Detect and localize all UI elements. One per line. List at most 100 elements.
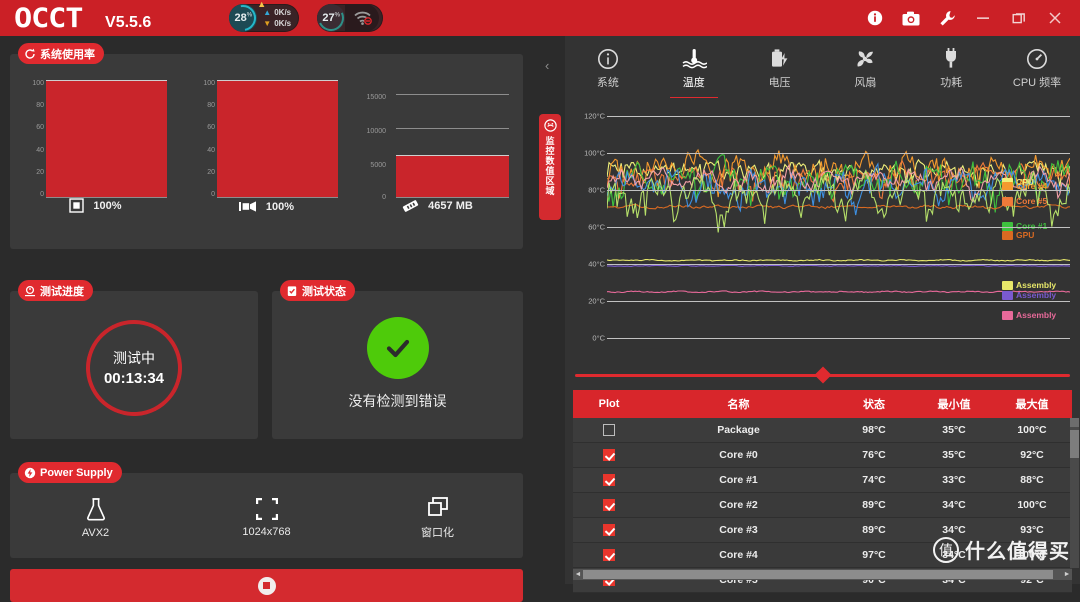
minimize-button[interactable]	[966, 3, 1000, 33]
plot-cell	[573, 524, 645, 536]
table-row[interactable]: Core #4 97°C 34°C 100°C	[573, 543, 1072, 568]
cpu-chart-plot	[46, 80, 167, 198]
scroll-up-arrow[interactable]	[1070, 418, 1079, 427]
refresh-icon	[24, 48, 36, 60]
memory-chart-yaxis: 15000 10000 5000 0	[366, 94, 386, 201]
sensor-name: Core #2	[719, 499, 758, 511]
table-row[interactable]: Core #2 89°C 34°C 100°C	[573, 493, 1072, 518]
table-vertical-scrollbar[interactable]	[1070, 418, 1079, 568]
sensor-min-value: 34°C	[942, 499, 966, 511]
gpu-chart-yaxis: 100 80 60 40 20 0	[203, 80, 215, 198]
gridline	[607, 227, 1070, 228]
alert-icon: ▲	[257, 0, 267, 9]
legend-item[interactable]: Assembly	[1002, 290, 1056, 300]
table-row[interactable]: Package 98°C 35°C 100°C	[573, 418, 1072, 443]
network-usage-widget[interactable]: 27%	[314, 1, 384, 35]
plot-checkbox[interactable]	[603, 449, 615, 461]
temperature-graph: CPU Core #4 Core #5 Core #1 GPU Assembly Assem…	[565, 98, 1080, 361]
title-bar: OCCT V5.5.6 28% ▲ ▲ 0K/s ▼ 0K/s 27%	[0, 0, 1080, 37]
screenshot-button[interactable]	[894, 3, 928, 33]
cpu-usage-widget[interactable]: 28% ▲ ▲ 0K/s ▼ 0K/s	[225, 0, 300, 37]
cpu-icon	[69, 198, 85, 213]
scroll-left-arrow[interactable]: ◄	[573, 571, 583, 578]
legend-item[interactable]: Assembly	[1002, 280, 1056, 290]
test-progress-spinner: 测试中 00:13:34	[73, 307, 195, 429]
sensor-current-value: 98°C	[862, 424, 886, 436]
stop-icon	[257, 576, 276, 595]
sensor-max-value: 92°C	[1020, 449, 1044, 461]
close-button[interactable]	[1038, 3, 1072, 33]
scrollbar-thumb[interactable]	[583, 570, 1053, 579]
success-icon	[366, 317, 429, 379]
tab-power[interactable]: 功耗	[908, 44, 994, 96]
info-button[interactable]	[858, 3, 892, 33]
sensor-name: Core #4	[719, 549, 758, 561]
plot-cell	[573, 424, 645, 436]
wifi-status	[345, 4, 380, 32]
table-row[interactable]: Core #3 89°C 34°C 93°C	[573, 518, 1072, 543]
sensor-name: Core #1	[719, 474, 758, 486]
legend-swatch	[1002, 280, 1013, 290]
gpu-usage-chart: 100 80 60 40 20 0 100%	[181, 72, 352, 217]
psu-option-avx2[interactable]: AVX2	[10, 487, 181, 549]
system-usage-title: 系统使用率	[18, 43, 104, 64]
sensor-name: Package	[717, 424, 760, 436]
column-header[interactable]: 状态	[832, 396, 916, 412]
tab-cpu-frequency[interactable]: CPU 频率	[994, 44, 1080, 96]
table-horizontal-scrollbar[interactable]: ◄ ►	[573, 569, 1072, 580]
left-panel: 系统使用率 100 80 60 40 20 0 100% 100 80 60 4…	[0, 36, 540, 602]
tab-label: 系统	[596, 77, 619, 89]
app-version: V5.5.6	[105, 13, 152, 31]
stop-test-button[interactable]	[10, 569, 523, 602]
gridline	[607, 190, 1070, 191]
plot-checkbox[interactable]	[603, 549, 615, 561]
sensor-current-value: 89°C	[862, 499, 886, 511]
plot-checkbox[interactable]	[603, 424, 615, 436]
tab-system[interactable]: 系统	[565, 44, 651, 96]
column-header[interactable]: 最小值	[916, 396, 992, 412]
table-row[interactable]: Core #0 76°C 35°C 92°C	[573, 443, 1072, 468]
memory-icon	[402, 200, 419, 212]
sensor-min-value: 33°C	[942, 474, 966, 486]
collapse-panel-button[interactable]: ‹	[545, 58, 549, 73]
tab-temperature[interactable]: 温度	[651, 44, 737, 99]
column-header[interactable]: 名称	[645, 396, 832, 412]
tab-label: 温度	[682, 77, 705, 89]
settings-button[interactable]	[930, 3, 964, 33]
column-header[interactable]: 最大值	[992, 396, 1072, 412]
legend-item[interactable]: GPU	[1002, 230, 1034, 240]
test-status-title: 测试状态	[280, 280, 355, 301]
tab-voltage[interactable]: 电压	[737, 44, 823, 96]
tab-fan[interactable]: 风扇	[822, 44, 908, 96]
sensor-current-value: 76°C	[862, 449, 886, 461]
test-status-card: 测试状态 没有检测到错误	[272, 280, 523, 439]
tab-label: CPU 频率	[1012, 77, 1062, 89]
gridline	[607, 338, 1070, 339]
gpu-usage-readout: 100%	[181, 200, 352, 213]
legend-label: Core #5	[1016, 196, 1048, 206]
psu-option-windowed[interactable]: 窗口化	[352, 487, 523, 549]
psu-option-label: AVX2	[81, 527, 110, 539]
plot-checkbox[interactable]	[603, 524, 615, 536]
cpu-chart-yaxis: 100 80 60 40 20 0	[32, 80, 44, 198]
psu-option-resolution[interactable]: 1024x768	[181, 487, 352, 549]
timeline-slider[interactable]	[565, 366, 1080, 384]
column-header[interactable]: Plot	[573, 398, 645, 410]
slider-handle[interactable]	[814, 366, 831, 384]
sensor-max-value: 100°C	[1017, 499, 1047, 511]
plot-checkbox[interactable]	[603, 499, 615, 511]
table-row[interactable]: Core #1 74°C 33°C 88°C	[573, 468, 1072, 493]
percent-sign: %	[334, 12, 340, 19]
monitoring-values-tab[interactable]: 监控数值区域	[539, 114, 561, 220]
scroll-right-arrow[interactable]: ►	[1062, 571, 1072, 578]
cpu-usage-value: 100%	[93, 199, 122, 212]
plot-cell	[573, 474, 645, 486]
plot-checkbox[interactable]	[603, 474, 615, 486]
legend-item[interactable]: Assembly	[1002, 310, 1056, 320]
speedometer-icon	[1027, 49, 1048, 69]
tab-label: 风扇	[854, 77, 877, 89]
legend-item[interactable]: Core #5	[1002, 196, 1047, 206]
scrollbar-thumb[interactable]	[1070, 430, 1079, 458]
maximize-button[interactable]	[1002, 3, 1036, 33]
camera-icon	[902, 11, 920, 25]
